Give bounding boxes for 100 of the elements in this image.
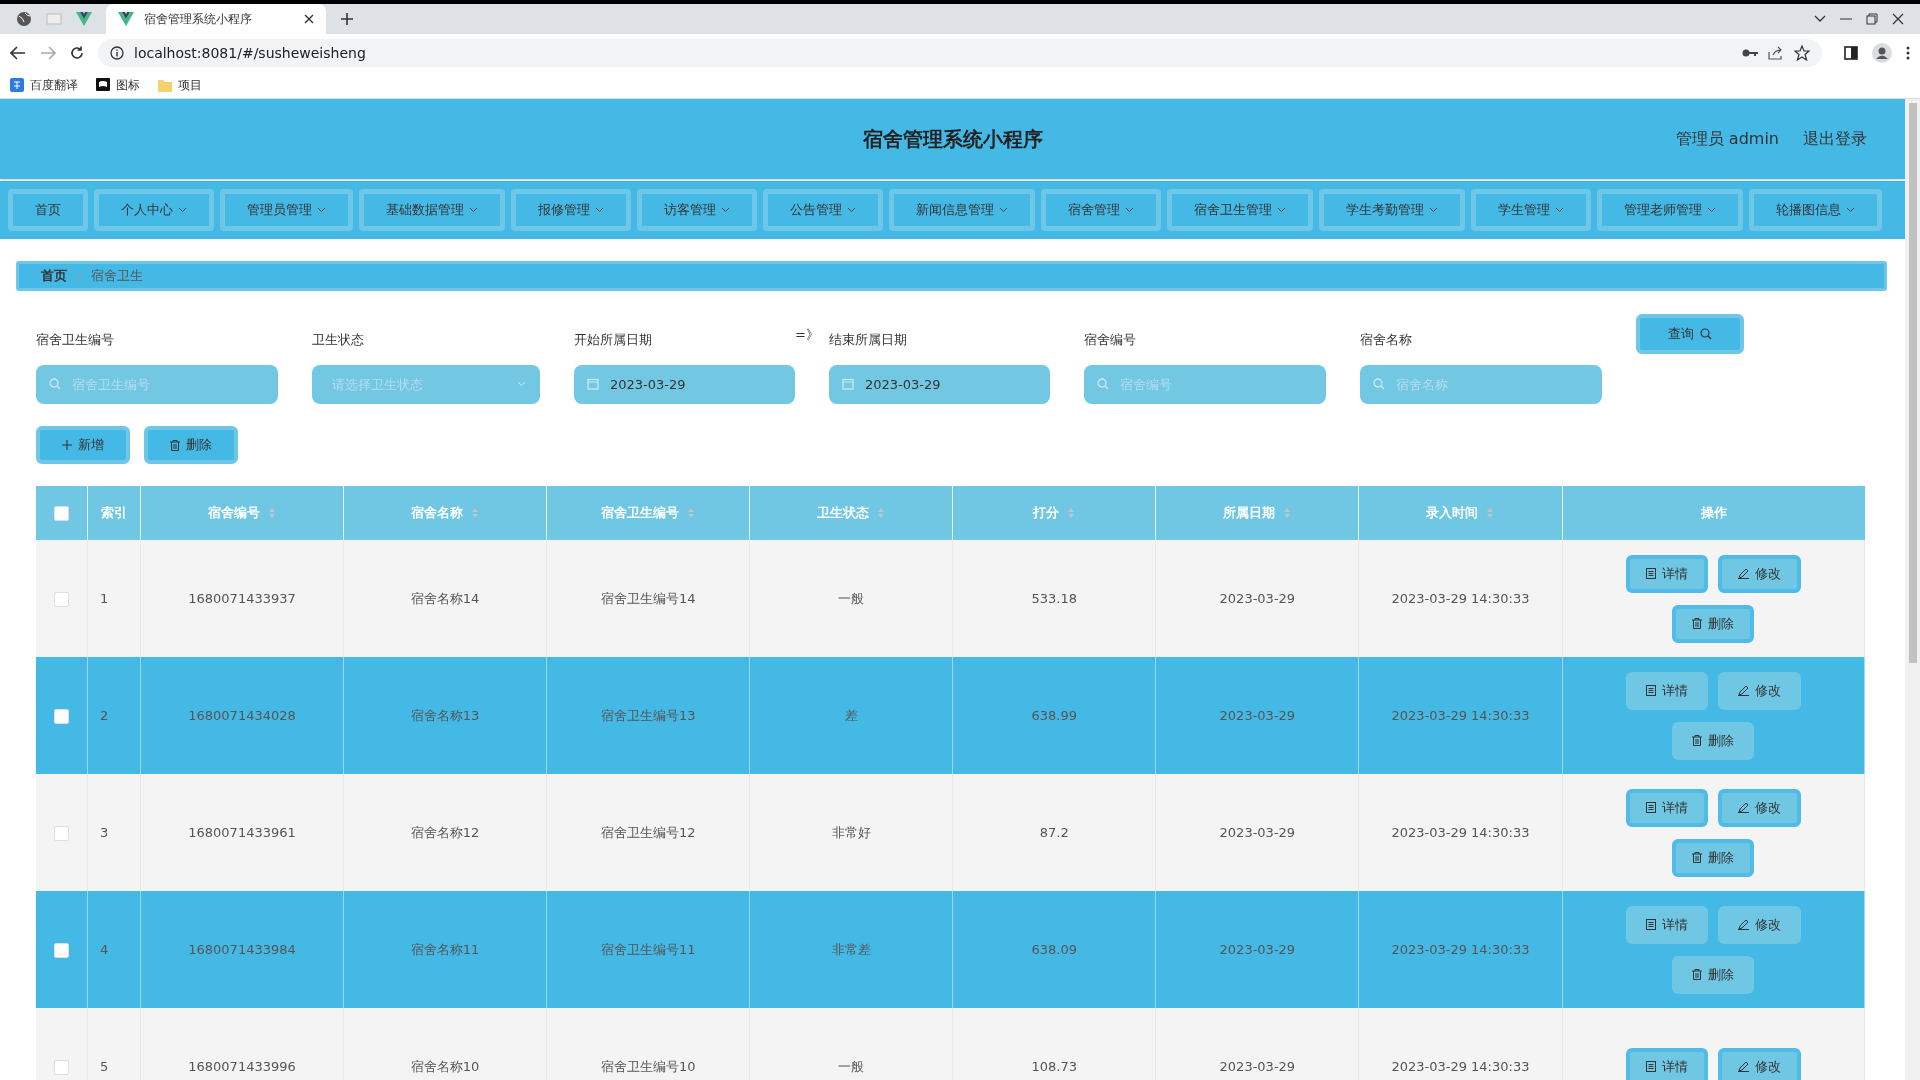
edit-button[interactable]: 修改 bbox=[1717, 905, 1801, 944]
pencil-icon bbox=[1737, 919, 1749, 930]
chevron-down-icon[interactable] bbox=[1814, 15, 1826, 23]
nav-menu-item[interactable]: 学生管理 bbox=[1471, 189, 1591, 231]
more-icon[interactable] bbox=[1906, 46, 1910, 60]
edit-button[interactable]: 修改 bbox=[1717, 1047, 1801, 1080]
table-cell: 1680071433996 bbox=[188, 1059, 296, 1074]
url-text: localhost:8081/#/susheweisheng bbox=[134, 45, 366, 61]
search-icon bbox=[49, 378, 61, 390]
delete-button[interactable]: 删除 bbox=[1672, 955, 1755, 994]
table-cell: 533.18 bbox=[1031, 591, 1078, 606]
table-cell: 2023-03-29 14:30:33 bbox=[1391, 708, 1530, 723]
calendar-icon bbox=[842, 378, 854, 390]
nav-menu-item[interactable]: 个人中心 bbox=[94, 189, 214, 231]
details-button[interactable]: 详情 bbox=[1625, 554, 1708, 593]
add-button[interactable]: 新增 bbox=[36, 426, 130, 464]
checkbox[interactable] bbox=[54, 591, 69, 607]
nav-menu-item[interactable]: 宿舍管理 bbox=[1041, 189, 1161, 231]
edit-button[interactable]: 修改 bbox=[1717, 671, 1801, 710]
table-cell: 2023-03-29 bbox=[1219, 1059, 1296, 1074]
edit-button[interactable]: 修改 bbox=[1717, 788, 1801, 827]
details-button[interactable]: 详情 bbox=[1625, 1047, 1708, 1080]
nav-menu-item[interactable]: 学生考勤管理 bbox=[1319, 189, 1465, 231]
delete-button[interactable]: 删除 bbox=[1672, 721, 1755, 760]
nav-menu-item[interactable]: 管理员管理 bbox=[220, 189, 353, 231]
address-bar[interactable]: localhost:8081/#/susheweisheng bbox=[98, 39, 1822, 67]
delete-button[interactable]: 删除 bbox=[144, 426, 238, 464]
calendar-icon bbox=[587, 378, 599, 390]
close-icon[interactable] bbox=[304, 14, 314, 24]
globe-icon[interactable] bbox=[16, 11, 32, 27]
side-panel-icon[interactable] bbox=[1844, 46, 1858, 60]
delete-button[interactable]: 删除 bbox=[1672, 838, 1755, 877]
details-button[interactable]: 详情 bbox=[1625, 905, 1708, 944]
nav-menu-item[interactable]: 管理老师管理 bbox=[1597, 189, 1743, 231]
table-cell: 宿舍名称10 bbox=[410, 1058, 480, 1074]
checkbox[interactable] bbox=[54, 506, 69, 521]
query-button[interactable]: 查询 bbox=[1636, 314, 1744, 354]
scrollbar[interactable] bbox=[1905, 99, 1920, 1080]
table-cell: 3 bbox=[100, 825, 109, 840]
search-field[interactable]: 宿舍名称 bbox=[1360, 365, 1602, 404]
trash-icon bbox=[1692, 852, 1703, 863]
column-header: 索引 bbox=[101, 504, 127, 522]
details-button[interactable]: 详情 bbox=[1625, 788, 1708, 827]
field-label: 结束所属日期 bbox=[829, 331, 907, 349]
browser-tab[interactable]: 宿舍管理系统小程序 bbox=[106, 4, 326, 34]
restore-icon[interactable] bbox=[1866, 13, 1878, 25]
nav-menu-item[interactable]: 访客管理 bbox=[637, 189, 757, 231]
tab-title: 宿舍管理系统小程序 bbox=[144, 10, 253, 28]
profile-icon[interactable] bbox=[1872, 43, 1892, 63]
checkbox[interactable] bbox=[54, 708, 69, 724]
breadcrumb-item[interactable]: 首页 bbox=[41, 267, 67, 285]
nav-menu-item[interactable]: 轮播图信息 bbox=[1749, 189, 1882, 231]
reload-icon[interactable] bbox=[70, 46, 84, 60]
field-label: 卫生状态 bbox=[312, 331, 364, 349]
document-icon bbox=[1645, 802, 1656, 813]
share-icon[interactable] bbox=[1768, 46, 1784, 60]
delete-button[interactable]: 删除 bbox=[1672, 604, 1755, 643]
checkbox[interactable] bbox=[54, 942, 69, 958]
new-tab-icon[interactable] bbox=[340, 12, 354, 26]
key-icon[interactable] bbox=[1742, 48, 1758, 58]
plus-icon bbox=[62, 440, 72, 450]
flag-icon bbox=[96, 78, 110, 92]
bookmark[interactable]: 项目 bbox=[158, 76, 202, 94]
star-icon[interactable] bbox=[1794, 45, 1810, 61]
vue-logo-icon[interactable] bbox=[76, 12, 92, 26]
date-field[interactable]: 2023-03-29 bbox=[829, 365, 1050, 404]
bookmark[interactable]: 百度翻译 bbox=[10, 76, 78, 94]
nav-menu-item[interactable]: 新闻信息管理 bbox=[889, 189, 1035, 231]
bookmark[interactable]: 图标 bbox=[96, 76, 140, 94]
breadcrumb-item: 宿舍卫生 bbox=[91, 267, 144, 285]
nav-menu-item[interactable]: 报修管理 bbox=[511, 189, 631, 231]
app-title: 宿舍管理系统小程序 bbox=[862, 125, 1043, 153]
table-cell: 1 bbox=[100, 591, 109, 606]
nav-menu-item[interactable]: 宿舍卫生管理 bbox=[1167, 189, 1313, 231]
trash-icon bbox=[1692, 618, 1703, 629]
back-icon[interactable] bbox=[10, 46, 26, 60]
logout-link[interactable]: 退出登录 bbox=[1803, 128, 1867, 150]
close-icon[interactable] bbox=[1892, 13, 1904, 25]
details-button[interactable]: 详情 bbox=[1625, 671, 1708, 710]
select-field[interactable]: 请选择卫生状态 bbox=[312, 365, 540, 404]
table-cell: 87.2 bbox=[1039, 825, 1069, 840]
nav-menu-item[interactable]: 公告管理 bbox=[763, 189, 883, 231]
table-cell: 宿舍卫生编号12 bbox=[600, 824, 696, 840]
search-field[interactable]: 宿舍编号 bbox=[1084, 365, 1326, 404]
edit-button[interactable]: 修改 bbox=[1717, 554, 1801, 593]
date-field[interactable]: 2023-03-29 bbox=[574, 365, 795, 404]
scrollbar-thumb[interactable] bbox=[1908, 103, 1917, 663]
document-icon bbox=[1645, 919, 1656, 930]
table-cell: 宿舍名称11 bbox=[410, 941, 480, 957]
table-cell: 非常差 bbox=[831, 941, 871, 957]
nav-menu-item[interactable]: 首页 bbox=[8, 189, 88, 231]
trash-icon bbox=[170, 439, 180, 451]
checkbox[interactable] bbox=[54, 1059, 69, 1075]
search-field[interactable]: 宿舍卫生编号 bbox=[36, 365, 278, 404]
table-cell: 宿舍卫生编号13 bbox=[600, 707, 696, 723]
checkbox[interactable] bbox=[54, 825, 69, 841]
nav-menu-item[interactable]: 基础数据管理 bbox=[359, 189, 505, 231]
table-cell: 2023-03-29 bbox=[1219, 942, 1296, 957]
pencil-icon bbox=[1737, 568, 1749, 579]
table-cell: 2023-03-29 14:30:33 bbox=[1391, 591, 1530, 606]
